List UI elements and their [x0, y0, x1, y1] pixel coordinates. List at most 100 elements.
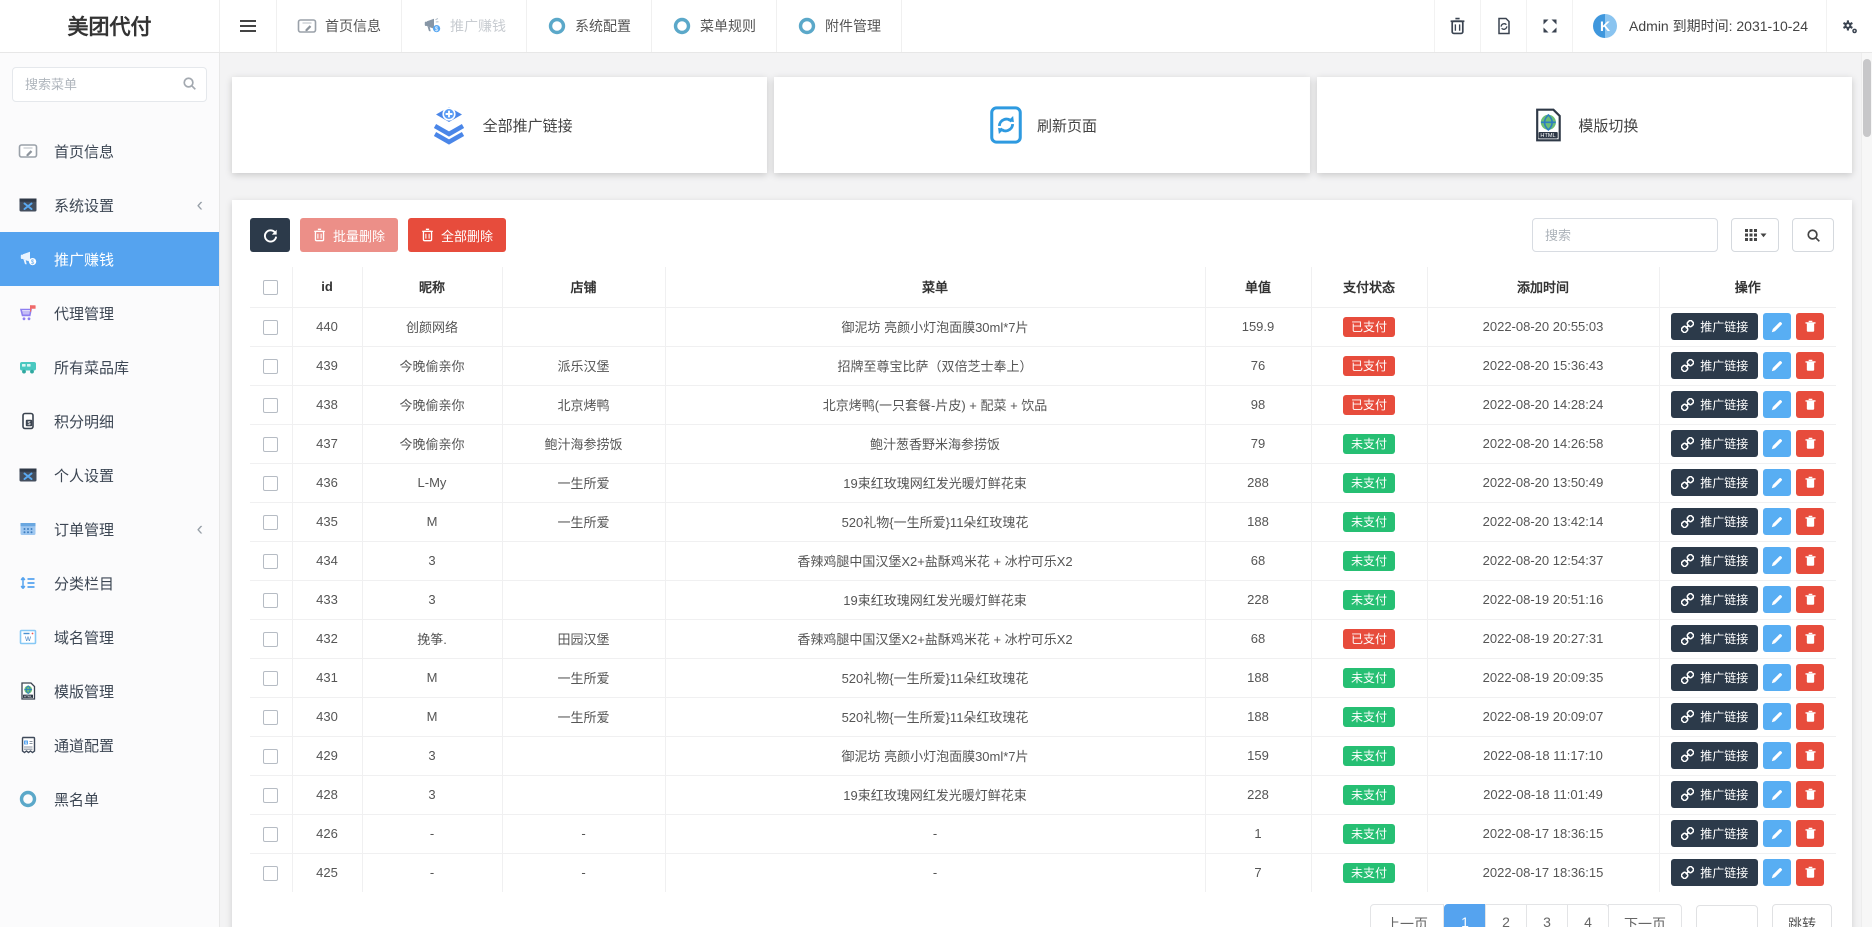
page-button-1[interactable]: 1 [1444, 904, 1486, 927]
edit-button[interactable] [1763, 625, 1791, 652]
delete-button[interactable] [1796, 625, 1824, 652]
card-all-promo-links[interactable]: 全部推广链接 [232, 77, 767, 173]
row-checkbox[interactable] [263, 320, 278, 335]
column-toggle-button[interactable] [1731, 218, 1779, 252]
promo-link-button[interactable]: 推广链接 [1671, 781, 1758, 808]
hamburger-menu-icon[interactable] [220, 0, 276, 52]
delete-button[interactable] [1796, 508, 1824, 535]
promo-link-button[interactable]: 推广链接 [1671, 469, 1758, 496]
row-checkbox[interactable] [263, 593, 278, 608]
row-checkbox[interactable] [263, 710, 278, 725]
column-header-6[interactable]: 添加时间 [1427, 267, 1659, 307]
row-checkbox[interactable] [263, 866, 278, 881]
sidebar-search-input[interactable] [12, 67, 207, 102]
nav-tab-menu-rules[interactable]: 菜单规则 [652, 0, 777, 52]
edit-button[interactable] [1763, 313, 1791, 340]
nav-tab-home-info[interactable]: 首页信息 [276, 0, 402, 52]
promo-link-button[interactable]: 推广链接 [1671, 430, 1758, 457]
delete-button[interactable] [1796, 664, 1824, 691]
delete-button[interactable] [1796, 820, 1824, 847]
delete-button[interactable] [1796, 469, 1824, 496]
edit-button[interactable] [1763, 352, 1791, 379]
delete-button[interactable] [1796, 586, 1824, 613]
refresh-button[interactable] [250, 218, 290, 252]
promo-link-button[interactable]: 推广链接 [1671, 586, 1758, 613]
row-checkbox[interactable] [263, 359, 278, 374]
jump-button[interactable]: 跳转 [1772, 904, 1832, 927]
nav-tab-attachment-manage[interactable]: 附件管理 [777, 0, 902, 52]
delete-button[interactable] [1796, 859, 1824, 886]
row-checkbox[interactable] [263, 476, 278, 491]
row-checkbox[interactable] [263, 749, 278, 764]
sidebar-item-category-list[interactable]: 分类栏目 [0, 556, 219, 610]
row-checkbox[interactable] [263, 632, 278, 647]
edit-button[interactable] [1763, 469, 1791, 496]
row-checkbox[interactable] [263, 827, 278, 842]
prev-page-button[interactable]: 上一页 [1370, 904, 1444, 927]
sidebar-item-domain-manage[interactable]: w域名管理 [0, 610, 219, 664]
promo-link-button[interactable]: 推广链接 [1671, 352, 1758, 379]
edit-button[interactable] [1763, 820, 1791, 847]
delete-button[interactable] [1796, 742, 1824, 769]
delete-button[interactable] [1796, 781, 1824, 808]
delete-button[interactable] [1796, 703, 1824, 730]
edit-button[interactable] [1763, 742, 1791, 769]
row-checkbox[interactable] [263, 437, 278, 452]
promo-link-button[interactable]: 推广链接 [1671, 664, 1758, 691]
scrollbar-thumb[interactable] [1863, 59, 1871, 137]
delete-button[interactable] [1796, 313, 1824, 340]
batch-delete-button[interactable]: 批量删除 [300, 218, 398, 252]
search-button[interactable] [1792, 218, 1834, 252]
promo-link-button[interactable]: 推广链接 [1671, 391, 1758, 418]
row-checkbox[interactable] [263, 671, 278, 686]
row-checkbox[interactable] [263, 398, 278, 413]
column-header-4[interactable]: 单值 [1205, 267, 1311, 307]
next-page-button[interactable]: 下一页 [1608, 904, 1682, 927]
clear-cache-icon[interactable] [1480, 0, 1526, 52]
promo-link-button[interactable]: 推广链接 [1671, 508, 1758, 535]
sidebar-item-agent-manage[interactable]: 代理管理 [0, 286, 219, 340]
page-button-4[interactable]: 4 [1567, 904, 1609, 927]
row-checkbox[interactable] [263, 515, 278, 530]
column-header-3[interactable]: 菜单 [665, 267, 1205, 307]
sidebar-item-order-manage[interactable]: 订单管理‹ [0, 502, 219, 556]
row-checkbox[interactable] [263, 788, 278, 803]
row-checkbox[interactable] [263, 554, 278, 569]
nav-tab-promo-earn[interactable]: $推广赚钱 [402, 0, 527, 52]
edit-button[interactable] [1763, 586, 1791, 613]
column-header-7[interactable]: 操作 [1659, 267, 1836, 307]
edit-button[interactable] [1763, 859, 1791, 886]
promo-link-button[interactable]: 推广链接 [1671, 742, 1758, 769]
edit-button[interactable] [1763, 664, 1791, 691]
card-refresh-page[interactable]: 刷新页面 [774, 77, 1309, 173]
edit-button[interactable] [1763, 508, 1791, 535]
promo-link-button[interactable]: 推广链接 [1671, 313, 1758, 340]
card-template-switch[interactable]: HTML模版切换 [1317, 77, 1852, 173]
column-header-1[interactable]: 昵称 [362, 267, 502, 307]
column-header-2[interactable]: 店铺 [502, 267, 665, 307]
delete-all-button[interactable]: 全部删除 [408, 218, 506, 252]
gear-icon[interactable] [1826, 0, 1872, 52]
promo-link-button[interactable]: 推广链接 [1671, 703, 1758, 730]
edit-button[interactable] [1763, 547, 1791, 574]
sidebar-item-template-manage[interactable]: HTML模版管理 [0, 664, 219, 718]
admin-account[interactable]: K Admin 到期时间: 2031-10-24 [1572, 0, 1826, 52]
page-button-3[interactable]: 3 [1526, 904, 1568, 927]
delete-button[interactable] [1796, 391, 1824, 418]
sidebar-item-channel-config[interactable]: $通道配置 [0, 718, 219, 772]
column-header-0[interactable]: id [292, 267, 362, 307]
promo-link-button[interactable]: 推广链接 [1671, 859, 1758, 886]
delete-button[interactable] [1796, 547, 1824, 574]
sidebar-item-points-detail[interactable]: $积分明细 [0, 394, 219, 448]
sidebar-item-home-info[interactable]: 首页信息 [0, 124, 219, 178]
edit-button[interactable] [1763, 781, 1791, 808]
sidebar-item-promo-earn[interactable]: $推广赚钱 [0, 232, 219, 286]
select-all-checkbox[interactable] [263, 280, 278, 295]
sidebar-item-personal-settings[interactable]: 个人设置 [0, 448, 219, 502]
sidebar-item-system-settings[interactable]: 系统设置‹ [0, 178, 219, 232]
trash-icon[interactable] [1434, 0, 1480, 52]
promo-link-button[interactable]: 推广链接 [1671, 625, 1758, 652]
page-button-2[interactable]: 2 [1485, 904, 1527, 927]
sidebar-item-blacklist[interactable]: 黑名单 [0, 772, 219, 826]
promo-link-button[interactable]: 推广链接 [1671, 820, 1758, 847]
